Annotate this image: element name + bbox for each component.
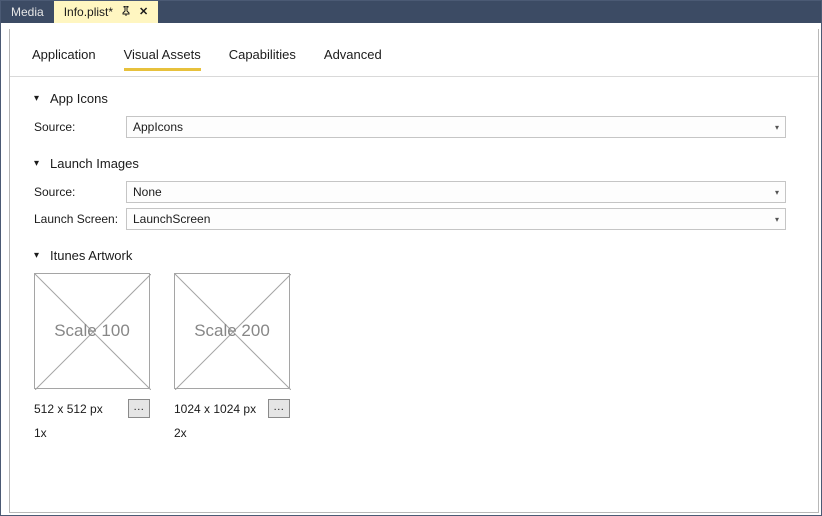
artwork-placeholder-1x-text: Scale 100 — [54, 321, 130, 341]
app-icons-section: ▾ App Icons Source: AppIcons ▾ — [34, 91, 794, 138]
caret-down-icon: ▾ — [775, 123, 779, 132]
section-tabs: Application Visual Assets Capabilities A… — [10, 29, 818, 77]
artwork-2x-dimensions: 1024 x 1024 px — [174, 402, 256, 416]
tab-application[interactable]: Application — [32, 47, 96, 70]
caret-down-icon: ▾ — [775, 215, 779, 224]
tab-advanced[interactable]: Advanced — [324, 47, 382, 70]
app-icons-source-label: Source: — [34, 120, 126, 134]
launch-images-section: ▾ Launch Images Source: None ▾ Launch Sc… — [34, 156, 794, 230]
artwork-2x-scale: 2x — [174, 426, 290, 440]
tab-info-plist[interactable]: Info.plist* ✕ — [54, 1, 159, 23]
launch-screen-label: Launch Screen: — [34, 212, 126, 226]
launch-images-header[interactable]: ▾ Launch Images — [34, 156, 794, 171]
launch-screen-dropdown[interactable]: LaunchScreen ▾ — [126, 208, 786, 230]
launch-images-title: Launch Images — [50, 156, 139, 171]
artwork-1x-scale: 1x — [34, 426, 150, 440]
launch-source-value: None — [133, 185, 162, 199]
pin-icon[interactable] — [121, 6, 131, 19]
chevron-down-icon: ▾ — [34, 158, 44, 169]
chevron-down-icon: ▾ — [34, 250, 44, 261]
app-icons-title: App Icons — [50, 91, 108, 106]
chevron-down-icon: ▾ — [34, 93, 44, 104]
launch-source-label: Source: — [34, 185, 126, 199]
visual-assets-panel: ▾ App Icons Source: AppIcons ▾ ▾ Launch … — [10, 77, 818, 440]
document-tab-strip: Media Info.plist* ✕ — [1, 1, 821, 23]
artwork-placeholder-2x-text: Scale 200 — [194, 321, 270, 341]
tab-visual-assets[interactable]: Visual Assets — [124, 47, 201, 71]
caret-down-icon: ▾ — [775, 188, 779, 197]
tab-info-plist-label: Info.plist* — [64, 5, 113, 19]
artwork-slot-2x: Scale 200 1024 x 1024 px ... 2x — [174, 273, 290, 440]
tab-media[interactable]: Media — [1, 1, 54, 23]
launch-screen-value: LaunchScreen — [133, 212, 210, 226]
artwork-1x-dimensions: 512 x 512 px — [34, 402, 103, 416]
launch-source-dropdown[interactable]: None ▾ — [126, 181, 786, 203]
itunes-artwork-title: Itunes Artwork — [50, 248, 132, 263]
app-icons-header[interactable]: ▾ App Icons — [34, 91, 794, 106]
editor-panel: Application Visual Assets Capabilities A… — [9, 29, 819, 513]
app-icons-source-value: AppIcons — [133, 120, 183, 134]
artwork-1x-browse-button[interactable]: ... — [128, 399, 150, 418]
artwork-2x-browse-button[interactable]: ... — [268, 399, 290, 418]
itunes-artwork-header[interactable]: ▾ Itunes Artwork — [34, 248, 794, 263]
close-icon[interactable]: ✕ — [139, 7, 148, 18]
artwork-placeholder-2x[interactable]: Scale 200 — [174, 273, 290, 389]
itunes-artwork-section: ▾ Itunes Artwork Scale 100 512 x 512 px … — [34, 248, 794, 440]
app-icons-source-dropdown[interactable]: AppIcons ▾ — [126, 116, 786, 138]
artwork-slot-1x: Scale 100 512 x 512 px ... 1x — [34, 273, 150, 440]
artwork-placeholder-1x[interactable]: Scale 100 — [34, 273, 150, 389]
tab-capabilities[interactable]: Capabilities — [229, 47, 296, 70]
tab-media-label: Media — [11, 5, 44, 19]
